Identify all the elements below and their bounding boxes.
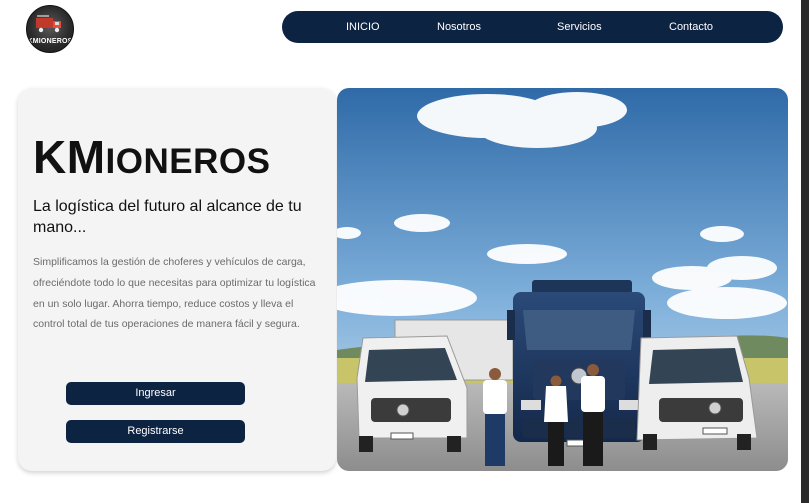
nav-servicios[interactable]: Servicios bbox=[557, 11, 602, 43]
nav-nosotros[interactable]: Nosotros bbox=[437, 11, 481, 43]
center-truck bbox=[507, 280, 651, 447]
page-title: KMIONEROS bbox=[33, 130, 270, 184]
window-edge bbox=[801, 0, 809, 503]
title-rest: IONEROS bbox=[105, 142, 271, 181]
truck-icon bbox=[36, 15, 61, 33]
nav-inicio[interactable]: INICIO bbox=[346, 11, 380, 43]
hero-image bbox=[337, 88, 788, 471]
fleet-photo bbox=[337, 88, 788, 471]
main-navbar: INICIO Nosotros Servicios Contacto bbox=[282, 11, 783, 43]
register-button[interactable]: Registrarse bbox=[66, 420, 245, 443]
brand-logo[interactable]: KMIONEROS bbox=[26, 5, 74, 53]
title-initials: KM bbox=[33, 131, 106, 183]
hero-description: Simplificamos la gestión de choferes y v… bbox=[33, 256, 316, 331]
login-button[interactable]: Ingresar bbox=[66, 382, 245, 405]
right-van bbox=[636, 335, 758, 450]
nav-contacto[interactable]: Contacto bbox=[669, 11, 713, 43]
hero-tagline: La logística del futuro al alcance de tu… bbox=[33, 198, 302, 236]
logo-text: KMIONEROS bbox=[27, 38, 73, 45]
page: KMIONEROS INICIO Nosotros Servicios Cont… bbox=[0, 0, 801, 503]
